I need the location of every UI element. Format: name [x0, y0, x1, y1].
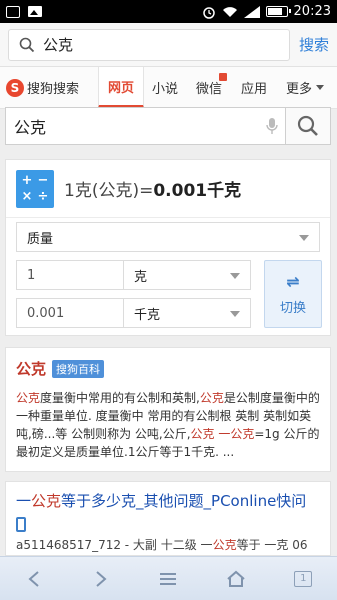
result-snippet-text: 等于 一克 06	[236, 538, 308, 552]
menu-button[interactable]	[148, 559, 188, 599]
to-value-text: 0.001	[27, 305, 65, 321]
category-select[interactable]: 质量	[16, 222, 320, 252]
sogou-logo-icon: S	[6, 78, 24, 97]
result-snippet-text: a511468517_712 - 大副 十二级 一	[16, 538, 213, 552]
forward-button[interactable]	[81, 559, 121, 599]
mobile-icon	[16, 517, 26, 532]
result-title-link[interactable]: 一公克等于多少克_其他问题_PConline快问	[16, 490, 320, 511]
calc-times: ×	[21, 189, 33, 204]
conversion-result-value: 0.001千克	[153, 181, 242, 201]
snippet-highlight: 公克	[16, 391, 41, 405]
search-result-item[interactable]: 一公克等于多少克_其他问题_PConline快问 a511468517_712 …	[5, 481, 331, 556]
sogou-logo[interactable]: S 搜狗搜索	[0, 67, 98, 108]
tab-more-label: 更多	[285, 82, 312, 97]
status-bar: 20:23	[0, 0, 337, 23]
result-title-text: 等于多少克_其他问题_PConline快问	[61, 492, 307, 510]
conversion-result-prefix: 1克(公克)=	[64, 181, 154, 201]
chevron-right-icon	[96, 570, 107, 587]
dropdown-arrow-icon	[299, 235, 309, 241]
battery-icon	[265, 6, 291, 17]
from-value-text: 1	[27, 267, 36, 283]
snippet-highlight: 公克 一公克	[190, 427, 255, 441]
tab-wechat[interactable]: 微信	[186, 67, 232, 108]
category-select-value: 质量	[27, 231, 54, 247]
sogou-logo-text: 搜狗搜索	[27, 82, 80, 97]
browser-bottom-nav: 1	[0, 556, 337, 600]
baike-title[interactable]: 公克	[16, 358, 46, 379]
swap-arrows-icon: ⇌	[286, 272, 300, 291]
microphone-icon[interactable]	[259, 108, 285, 144]
baike-snippet: 公克度量衡中常用的有公制和英制,公克是公制度量衡中的一种重量单位. 度量衡中 常…	[16, 389, 320, 461]
home-button[interactable]	[216, 559, 256, 599]
from-value-input[interactable]: 1	[16, 260, 124, 290]
main-search-button[interactable]	[285, 108, 330, 144]
swap-units-button[interactable]: ⇌ 切换	[264, 260, 322, 328]
baike-result-card[interactable]: 公克 搜狗百科 公克度量衡中常用的有公制和英制,公克是公制度量衡中的一种重量单位…	[5, 347, 331, 472]
to-unit-value: 千克	[134, 307, 161, 323]
calculator-icon: + − × ÷	[16, 169, 54, 208]
main-search-input[interactable]: 公克	[6, 114, 259, 138]
converter-header: + − × ÷ 1克(公克)=0.001千克	[6, 160, 330, 218]
tab-web-label: 网页	[107, 80, 134, 96]
dropdown-arrow-icon	[230, 273, 240, 279]
result-title-text: 一	[16, 492, 32, 510]
tabs-button[interactable]: 1	[283, 559, 323, 599]
snippet-highlight: 公克	[199, 391, 224, 405]
browser-search-bar: 公克 搜索	[0, 23, 337, 67]
result-snippet: a511468517_712 - 大副 十二级 一公克等于 一克 06	[16, 536, 326, 553]
conversion-result: 1克(公克)=0.001千克	[64, 176, 241, 201]
baike-source-badge: 搜狗百科	[52, 359, 105, 378]
swap-units-label: 切换	[279, 301, 306, 316]
snippet-text: 度量衡中常用的有公制和英制,	[40, 391, 200, 405]
chevron-down-icon	[316, 85, 324, 90]
result-snippet-highlight: 公克	[212, 538, 237, 552]
tab-web[interactable]: 网页	[98, 67, 144, 108]
tab-novel[interactable]: 小说	[144, 67, 186, 108]
new-badge	[219, 73, 227, 81]
signal-icon	[243, 5, 260, 18]
image-notification-icon	[28, 6, 42, 17]
wifi-icon	[222, 6, 237, 17]
browser-search-button[interactable]: 搜索	[299, 34, 329, 55]
menu-icon	[160, 572, 177, 585]
chevron-left-icon	[28, 570, 39, 587]
unit-converter-card: + − × ÷ 1克(公克)=0.001千克 质量 1 克 0.001 千克 ⇌…	[5, 159, 331, 336]
tab-apps-label: 应用	[240, 82, 267, 97]
dropdown-arrow-icon	[230, 311, 240, 317]
back-button[interactable]	[14, 559, 54, 599]
result-title-highlight: 公克	[31, 492, 62, 510]
browser-search-input[interactable]: 公克	[8, 28, 290, 61]
search-icon	[297, 115, 318, 136]
search-tabs: S 搜狗搜索 网页 小说 微信 应用 更多	[0, 67, 337, 109]
main-search-box: 公克	[5, 107, 331, 145]
browser-search-query: 公克	[43, 36, 74, 54]
calc-minus: −	[37, 173, 49, 188]
search-icon	[19, 37, 35, 52]
tab-novel-label: 小说	[151, 82, 178, 97]
to-value-input[interactable]: 0.001	[16, 298, 124, 328]
home-icon	[227, 570, 245, 587]
to-unit-select[interactable]: 千克	[123, 298, 251, 328]
from-unit-select[interactable]: 克	[123, 260, 251, 290]
tab-wechat-label: 微信	[195, 82, 222, 97]
calc-divide: ÷	[37, 189, 49, 204]
baike-title-row: 公克 搜狗百科	[16, 358, 320, 379]
tab-more[interactable]: 更多	[276, 67, 334, 108]
alarm-icon	[202, 6, 215, 19]
from-unit-value: 克	[134, 269, 148, 285]
clock: 20:23	[293, 4, 331, 19]
notification-icon	[6, 5, 20, 18]
calc-plus: +	[21, 173, 33, 188]
tab-apps[interactable]: 应用	[232, 67, 276, 108]
tabs-count-icon: 1	[294, 570, 313, 587]
